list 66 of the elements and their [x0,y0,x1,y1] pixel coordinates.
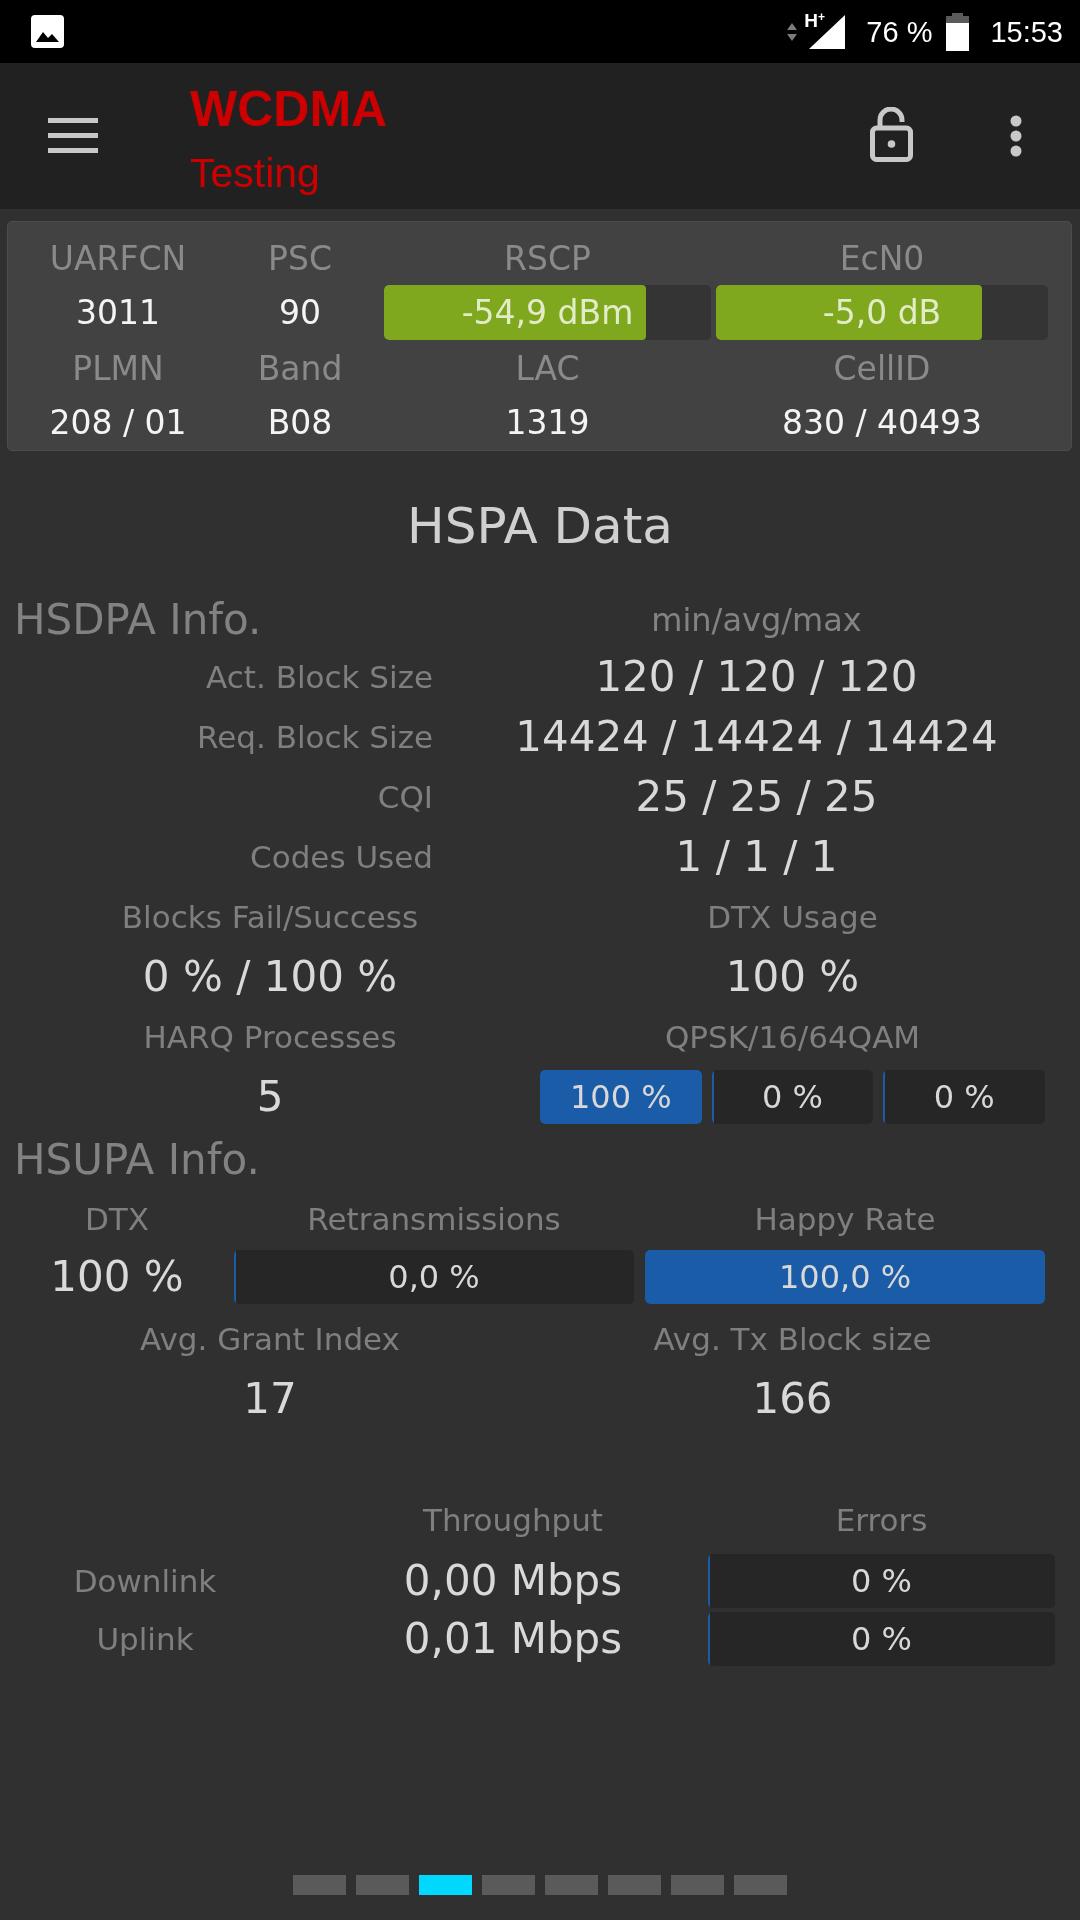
parameter-label: EcN0 [839,239,925,279]
clock: 15:53 [990,14,1063,49]
row-value: 14424 / 14424 / 14424 [515,712,998,762]
parameter-label: PLMN [72,349,164,389]
battery-percent: 76 % [866,14,933,49]
parameter-label: UARFCN [49,239,187,279]
parameter-value: 3011 [76,292,160,333]
network-type: H$^{+}$ [804,10,826,31]
meter-value: 100 % [570,1077,672,1117]
row-value: 1 / 1 / 1 [675,832,838,882]
page-title: HSPA Data [407,496,673,556]
parameter-label: RSCP [504,239,591,279]
meter-value: -5,0 dB [822,292,942,333]
parameter-value: 208 / 01 [49,403,187,443]
stat-label: Avg. Tx Block size [653,1320,932,1359]
meter-value: 0 % [851,1619,912,1659]
meter-value: 0 % [762,1077,823,1117]
stat-label: DTX Usage [707,898,878,937]
row-value: 120 / 120 / 120 [595,652,918,702]
parameter-value: 90 [279,292,321,333]
row-label: Act. Block Size [206,658,433,697]
stat-value: 5 [256,1072,284,1122]
more-options-icon[interactable] [1010,115,1022,157]
meter-value: 100,0 % [778,1257,912,1297]
stat-label: Avg. Grant Index [140,1320,400,1359]
toolbar-subtitle: Testing [190,150,321,196]
padlock-icon[interactable] [870,107,913,162]
column-heading: Errors [835,1501,928,1540]
stat-value: 17 [243,1374,297,1424]
stat-label: Happy Rate [754,1200,936,1239]
stat-value: 166 [752,1374,833,1424]
column-heading: min/avg/max [651,600,862,640]
meter-value: 0 % [851,1561,912,1601]
stat-value: 0 % / 100 % [142,952,398,1002]
image-icon [31,15,64,48]
parameter-label: Band [257,349,343,389]
parameter-label: CellID [833,349,931,389]
stat-label: HARQ Processes [143,1018,397,1057]
parameter-label: LAC [515,349,580,389]
parameter-value: B08 [267,403,333,443]
row-label: Downlink [73,1562,217,1601]
stat-label: Retransmissions [307,1200,561,1239]
throughput-value: 0,00 Mbps [403,1556,623,1606]
throughput-value: 0,01 Mbps [403,1614,623,1664]
column-heading: Throughput [422,1501,604,1540]
row-value: 25 / 25 / 25 [635,772,878,822]
meter-value: -54,9 dBm [461,292,634,333]
row-label: Codes Used [250,838,433,877]
stat-value: 100 % [50,1252,184,1302]
meter-value: 0,0 % [388,1257,480,1297]
section-heading: HSUPA Info. [14,1135,260,1185]
row-label: Req. Block Size [197,718,433,757]
parameter-label: PSC [268,239,332,279]
toolbar-title: WCDMA [190,81,388,137]
stat-label: QPSK/16/64QAM [664,1018,921,1057]
row-label: CQI [377,778,433,817]
parameter-value: 1319 [505,403,590,443]
stat-label: DTX [84,1200,149,1239]
meter-value: 0 % [933,1077,995,1117]
stat-value: 100 % [725,952,860,1002]
row-label: Uplink [96,1620,194,1659]
menu-icon[interactable] [48,118,98,153]
section-heading: HSDPA Info. [14,595,262,645]
stat-label: Blocks Fail/Success [121,898,419,937]
battery-icon [946,12,970,51]
parameter-value: 830 / 40493 [781,403,983,443]
